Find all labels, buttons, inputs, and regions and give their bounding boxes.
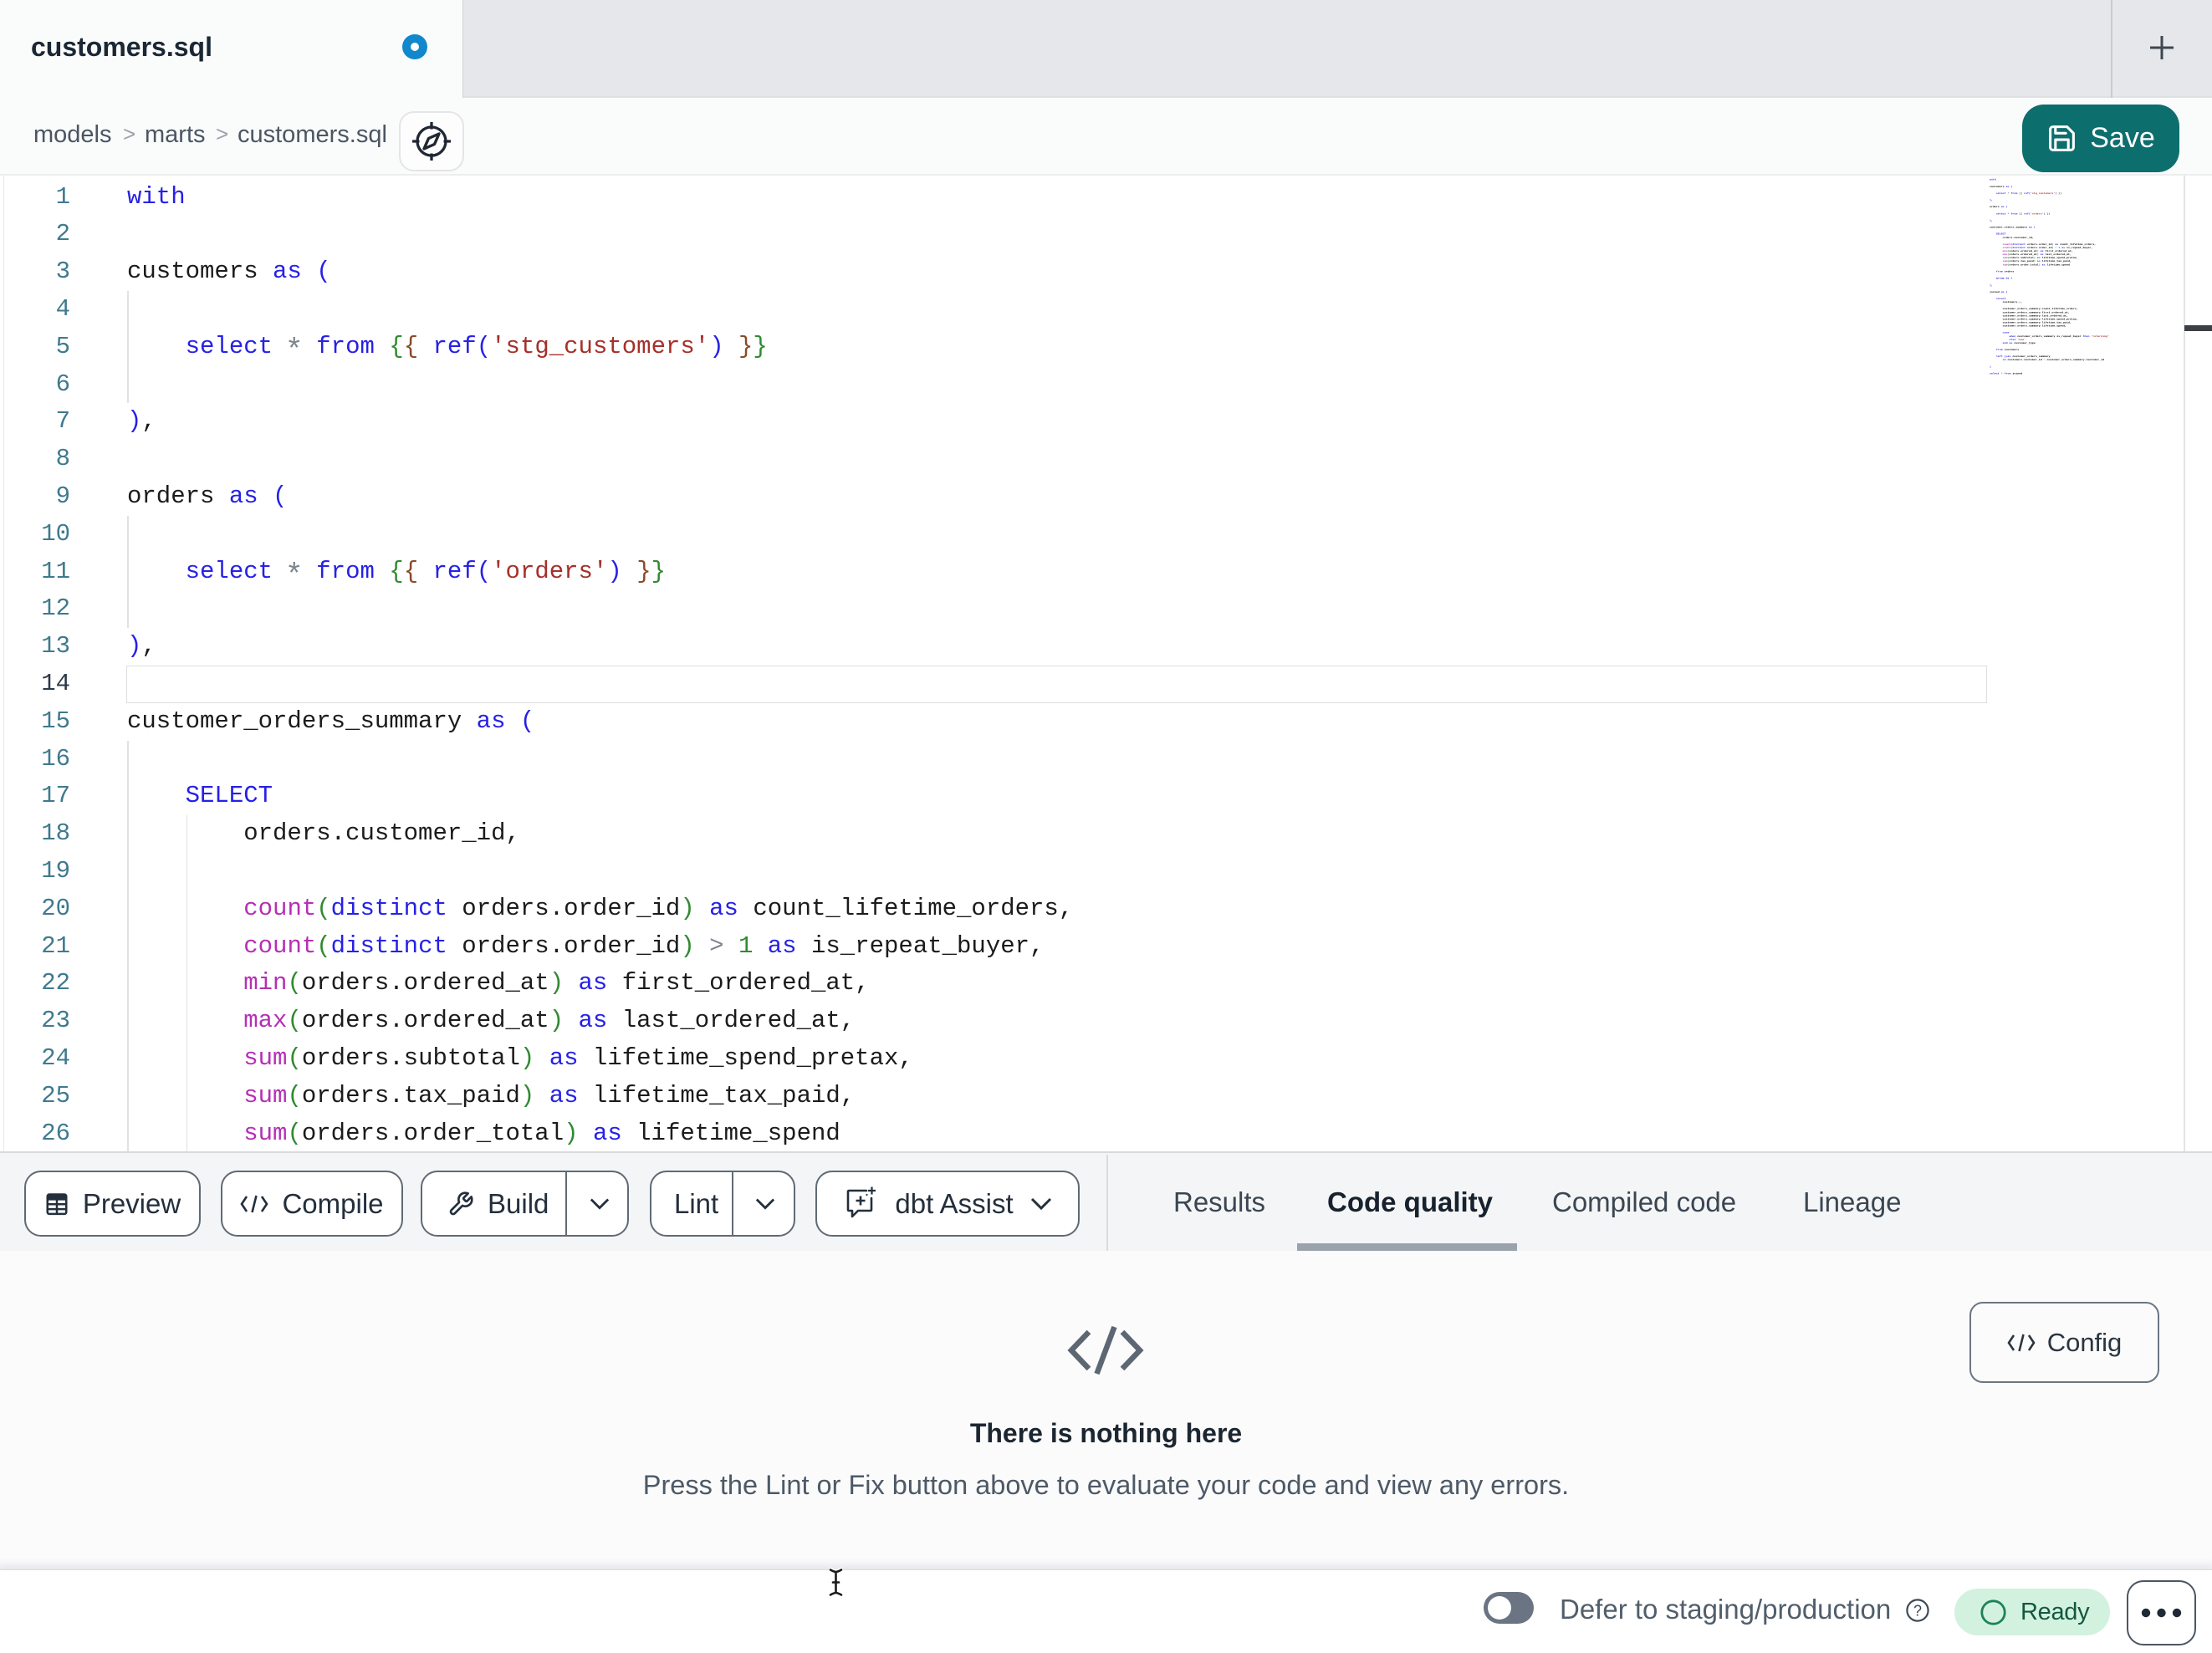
svg-text:?: ? [1913, 1603, 1922, 1620]
